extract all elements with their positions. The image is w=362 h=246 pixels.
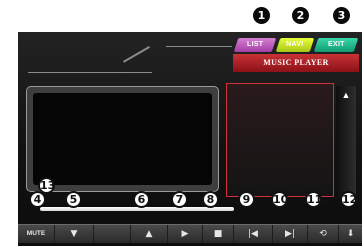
callout-11: 11 [305,191,323,208]
playlist-scrollbar[interactable]: ▲ [336,86,356,198]
tab-list-label: LIST [246,41,264,48]
callout-8: 8 [202,191,219,208]
callout-5: 5 [65,191,82,208]
frame-line [166,46,232,47]
callout-4: 4 [29,191,46,208]
repeat-icon[interactable]: ⟲ [308,225,339,243]
video-display[interactable] [33,93,212,185]
callout-10: 10 [271,191,289,208]
tab-exit-label: EXIT [327,41,345,48]
playlist-panel[interactable] [226,83,334,197]
music-player-device: LIST NAVI EXIT MUSIC PLAYER ▲ MUTE ▼ ▲ ▶… [18,32,362,246]
play-icon[interactable]: ▶ [168,225,203,243]
frame-line [123,46,150,63]
tab-navi-label: NAVI [286,41,304,48]
tab-exit[interactable]: EXIT [313,38,359,52]
next-icon[interactable]: ▶| [273,225,308,243]
tab-list[interactable]: LIST [233,38,277,52]
app-title: MUSIC PLAYER [233,54,359,72]
callout-6: 6 [133,191,150,208]
callout-3: 3 [333,7,350,24]
callout-7: 7 [171,191,188,208]
callout-1: 1 [253,7,270,24]
callout-2: 2 [292,7,309,24]
control-bar: MUTE ▼ ▲ ▶ ■ |◀ ▶| ⟲ ⬇ [18,224,362,243]
scroll-up-icon[interactable]: ▲ [336,88,356,102]
video-screen [26,86,219,192]
scroll-down-icon[interactable]: ⬇ [339,225,362,243]
progress-bar[interactable] [40,207,234,211]
stop-icon[interactable]: ■ [203,225,234,243]
frame-line [28,72,152,73]
volume-up-icon[interactable]: ▲ [131,225,168,243]
empty-slot [94,225,131,243]
tab-navi[interactable]: NAVI [275,38,315,52]
mute-button[interactable]: MUTE [18,225,55,243]
previous-icon[interactable]: |◀ [234,225,273,243]
volume-down-icon[interactable]: ▼ [55,225,94,243]
callout-12: 12 [340,191,358,208]
callout-9: 9 [238,191,255,208]
